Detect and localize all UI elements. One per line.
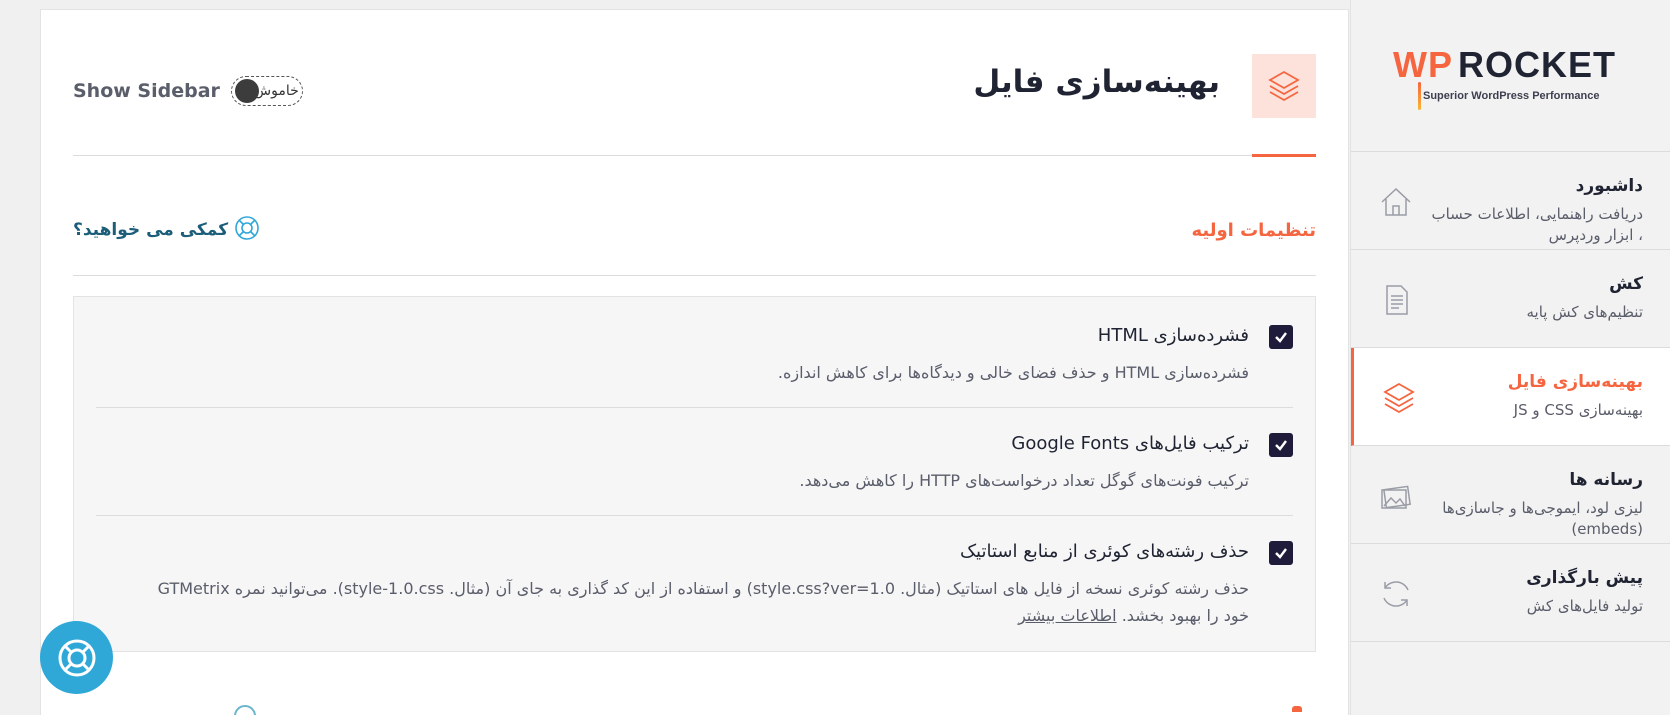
lifebuoy-icon[interactable] (233, 214, 261, 242)
active-underline (1252, 154, 1316, 157)
page-icon-box (1252, 54, 1316, 118)
sidebar-item-file-optimization[interactable]: بهینه‌سازی فایل بهینه‌سازی CSS و JS (1351, 348, 1670, 446)
show-sidebar-toggle[interactable]: خاموش (231, 76, 303, 106)
sidebar-item-desc: تنظیم‌های کش پایه (1526, 303, 1644, 321)
document-icon (1386, 285, 1408, 315)
sidebar-item-title: کش (1609, 274, 1643, 294)
sidebar-item-desc: تولید فایل‌های کش (1526, 597, 1643, 615)
option-title: فشرده‌سازی HTML (1097, 325, 1249, 346)
home-icon (1381, 187, 1411, 216)
help-beacon-button[interactable] (40, 621, 113, 694)
main-panel: بهینه‌سازی فایل Show Sidebar خاموش تنظیم… (40, 9, 1349, 715)
checkmark-icon (1275, 332, 1287, 343)
help-link[interactable]: کمکی می خواهید؟ (73, 220, 228, 240)
sidebar-item-desc: دریافت راهنمایی، اطلاعات حساب ، ابزار ور… (1431, 205, 1643, 244)
sidebar-item-desc: لیزی لود، ایموجی‌ها و جاسازی‌ها (embeds) (1442, 499, 1643, 538)
page-header: بهینه‌سازی فایل Show Sidebar خاموش (73, 10, 1316, 157)
sidebar-item-title: داشبورد (1575, 176, 1643, 196)
sidebar-item-media[interactable]: رسانه ها لیزی لود، ایموجی‌ها و جاسازی‌ها… (1351, 446, 1670, 544)
remove-query-strings-checkbox[interactable] (1269, 541, 1293, 565)
option-divider (96, 515, 1293, 516)
option-combine-google-fonts: ترکیب فایل‌های Google Fonts ترکیب فونت‌ه… (96, 433, 1293, 493)
option-title: ترکیب فایل‌های Google Fonts (1011, 433, 1249, 454)
rocket-flame-icon (1418, 82, 1421, 110)
layers-icon (1268, 70, 1300, 102)
sidebar-item-cache[interactable]: کش تنظیم‌های کش پایه (1351, 250, 1670, 348)
sidebar-item-title: پیش بارگذاری (1526, 568, 1643, 588)
option-description: فشرده‌سازی HTML و حذف فضای خالی و دیدگاه… (777, 363, 1249, 382)
options-fieldset: فشرده‌سازی HTML فشرده‌سازی HTML و حذف فض… (73, 296, 1316, 652)
option-description: حذف رشته کوئری نسخه از فایل های استاتیک … (149, 575, 1249, 629)
logo-wp-text: WP (1393, 44, 1453, 85)
more-info-link[interactable]: اطلاعات بیشتر (1018, 606, 1117, 625)
logo-rocket-text: ROCKET (1458, 44, 1616, 85)
sidebar-item-preload[interactable]: پیش بارگذاری تولید فایل‌های کش (1351, 544, 1670, 642)
page-title: بهینه‌سازی فایل (973, 64, 1220, 100)
sidebar-item-dashboard[interactable]: داشبورد دریافت راهنمایی، اطلاعات حساب ، … (1351, 152, 1670, 250)
sidebar-item-title: بهینه‌سازی فایل (1507, 372, 1643, 392)
logo-tagline: Superior WordPress Performance (1423, 90, 1600, 102)
option-description: ترکیب فونت‌های گوگل تعداد درخواست‌های HT… (799, 471, 1249, 490)
section-header: تنظیمات اولیه کمکی می خواهید؟ (73, 210, 1316, 276)
sidebar: WP ROCKET Superior WordPress Performance… (1350, 0, 1670, 715)
show-sidebar-label: Show Sidebar (73, 80, 220, 102)
option-minify-html: فشرده‌سازی HTML فشرده‌سازی HTML و حذف فض… (96, 325, 1293, 385)
refresh-icon (1383, 581, 1409, 607)
checkmark-icon (1275, 548, 1287, 559)
toggle-knob (235, 79, 259, 103)
layers-icon (1383, 382, 1415, 414)
lifebuoy-icon (58, 639, 95, 676)
checkmark-icon (1275, 440, 1287, 451)
combine-google-fonts-checkbox[interactable] (1269, 433, 1293, 457)
wp-rocket-logo[interactable]: WP ROCKET Superior WordPress Performance (1351, 0, 1670, 152)
sidebar-item-desc: بهینه‌سازی CSS و JS (1513, 401, 1643, 419)
minify-html-checkbox[interactable] (1269, 325, 1293, 349)
option-title: حذف رشته‌های کوئری از منابع استاتیک (959, 541, 1249, 562)
option-remove-query-strings: حذف رشته‌های کوئری از منابع استاتیک حذف … (96, 541, 1293, 641)
images-icon (1381, 485, 1411, 509)
section-title: تنظیمات اولیه (1191, 220, 1316, 241)
section-marker (1292, 706, 1302, 712)
sidebar-item-title: رسانه ها (1569, 470, 1643, 490)
option-divider (96, 407, 1293, 408)
toggle-state-label: خاموش (254, 83, 299, 99)
